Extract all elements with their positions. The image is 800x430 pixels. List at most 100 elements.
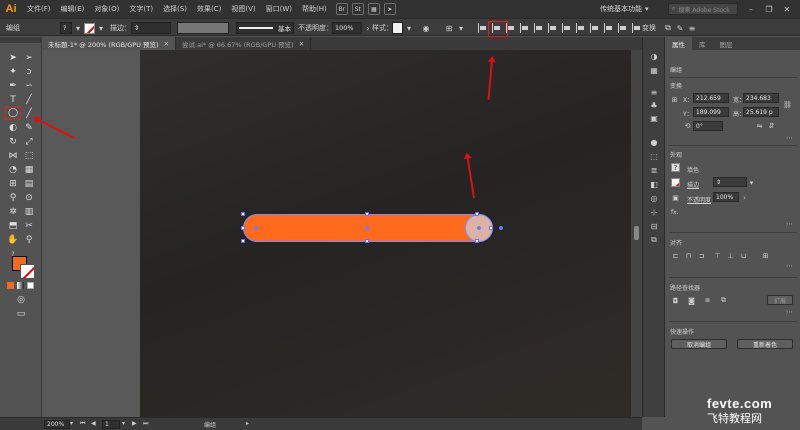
fx-label[interactable]: fx. [671,209,679,216]
stroke-swatch-icon[interactable] [671,178,680,187]
artboard-number-field[interactable]: 1 [102,420,120,429]
chevron-down-icon[interactable]: ▾ [70,420,73,427]
transparency-panel-icon[interactable]: ◎ [648,193,660,203]
gradient-mode-button[interactable] [17,282,24,289]
hand-tool-icon[interactable]: ✋ [6,234,20,246]
flip-vertical-icon[interactable]: ⇵ [767,121,776,130]
tab-properties[interactable]: 属性 [665,37,692,50]
rotate-tool-icon[interactable]: ↻ [6,136,20,148]
bounding-box-handle[interactable] [241,239,245,243]
bounding-box-handle[interactable] [365,212,369,216]
variable-width-profile[interactable] [177,22,229,34]
chevron-right-icon[interactable]: › [740,193,749,202]
graphic-styles-panel-icon[interactable]: ▣ [648,113,660,123]
menu-help[interactable]: 帮助(H) [297,4,332,14]
symbol-sprayer-tool-icon[interactable]: ✲ [6,206,20,218]
pathfinder-intersect-icon[interactable]: ⧈ [703,296,712,305]
line-segment-tool-icon[interactable]: ╱ [22,94,36,106]
chevron-down-icon[interactable]: ▾ [95,22,107,34]
chevron-right-icon[interactable]: ▸ [246,420,249,427]
menu-object[interactable]: 对象(O) [89,4,124,14]
fill-swatch-icon[interactable]: ? [671,163,680,172]
tab-document-1[interactable]: 未标题-1* @ 200% (RGB/GPU 预览) ✕ [42,37,177,50]
menu-window[interactable]: 窗口(W) [261,4,297,14]
stroke-swatch[interactable] [84,22,95,34]
recolor-button[interactable]: 重新着色 [737,339,793,349]
pathfinder-exclude-icon[interactable]: ⧉ [719,296,728,305]
layers-panel-icon[interactable]: ⬚ [648,151,660,161]
panel-menu-icon[interactable]: ≡ [686,22,698,34]
pathfinder-minus-front-icon[interactable]: ◙ [687,296,696,305]
magic-wand-tool-icon[interactable]: ✦ [6,66,20,78]
shaper-tool-icon[interactable]: ◐ [6,122,20,134]
bounding-box-handle[interactable] [475,239,479,243]
restore-icon[interactable]: ❐ [762,3,776,15]
constrain-proportions-icon[interactable]: ⛓ [783,100,792,109]
scrollbar-thumb[interactable] [634,226,639,240]
align-middle-icon[interactable]: ⊥ [726,251,735,260]
zoom-tool-icon[interactable]: ⚲ [22,234,36,246]
workspace-switcher[interactable]: 传统基本功能 ▾ [600,3,649,15]
curvature-tool-icon[interactable]: ∽ [22,80,36,92]
free-transform-tool-icon[interactable]: ⬚ [22,150,36,162]
height-field[interactable]: 25.619 p [743,107,779,117]
distribute-right-icon[interactable] [632,23,642,33]
symbols-panel-icon[interactable]: ♣ [648,100,660,110]
ellipse-tool-icon[interactable]: ◯ [5,106,21,120]
menu-type[interactable]: 文字(T) [124,4,158,14]
distribute-center-icon[interactable] [618,23,628,33]
pathfinder-panel-icon[interactable]: ⧉ [648,235,660,245]
close-icon[interactable]: ✕ [299,40,304,48]
bounding-box-handle[interactable] [475,212,479,216]
ungroup-button[interactable]: 取消编组 [671,339,727,349]
align-left-icon[interactable]: ⊏ [671,251,680,260]
eyedropper-tool-icon[interactable]: ⚲ [6,192,20,204]
more-options-icon[interactable]: ⋯ [785,219,794,228]
opacity-label[interactable]: 不透明度 [687,195,711,204]
align-center-icon[interactable]: ⊓ [684,251,693,260]
y-field[interactable]: 189.099 [693,107,729,117]
shape-builder-tool-icon[interactable]: ◔ [6,164,20,176]
align-top-icon[interactable]: ⊤ [713,251,722,260]
none-mode-button[interactable] [27,282,34,289]
chevron-down-icon[interactable]: ▾ [72,22,84,34]
color-panel-icon[interactable]: ◑ [648,51,660,61]
tab-layers[interactable]: 图层 [713,37,740,50]
mesh-tool-icon[interactable]: ⊞ [6,178,20,190]
stock-button[interactable]: St [351,3,364,15]
align-bottom-icon[interactable]: ⊔ [739,251,748,260]
align-top-icon[interactable] [520,23,530,33]
align-to-icon[interactable]: ⊞ [761,251,770,260]
type-tool-icon[interactable]: T [6,94,20,106]
color-mode-button[interactable] [7,282,14,289]
swatches-panel-icon[interactable]: ▦ [648,65,660,75]
distribute-bottom-icon[interactable] [590,23,600,33]
bridge-button[interactable]: Br [335,3,348,15]
distribute-middle-icon[interactable] [576,23,586,33]
graphic-style-swatch[interactable] [392,22,403,34]
close-icon[interactable]: ✕ [780,3,794,15]
zoom-field[interactable]: 200% [44,420,70,429]
stroke-weight-field[interactable]: ⇕ [131,22,171,34]
slice-tool-icon[interactable]: ✂ [22,220,36,232]
fill-stroke-indicator[interactable] [12,256,36,280]
bounding-box-handle[interactable] [365,239,369,243]
isolate-group-icon[interactable]: ⧉ [662,22,674,34]
appearance-panel-icon[interactable]: ● [648,137,660,147]
transform-panel-icon[interactable]: ⊹ [648,207,660,217]
fill-swatch[interactable]: ? [60,22,72,34]
distribute-left-icon[interactable] [604,23,614,33]
align-right-icon[interactable]: ⊐ [697,251,706,260]
toolbar-grip[interactable] [0,37,41,43]
bounding-box-handle[interactable] [241,212,245,216]
align-to-icon[interactable]: ⊞ [443,22,455,34]
artboard-tool-icon[interactable]: ⬒ [6,220,20,232]
pathfinder-unite-icon[interactable]: ◘ [671,296,680,305]
perspective-grid-tool-icon[interactable]: ▦ [22,164,36,176]
stock-search-input[interactable]: ⌕ 搜索 Adobe Stock [668,3,738,15]
edit-group-icon[interactable]: ✎ [674,22,686,34]
more-options-icon[interactable]: ⋯ [785,261,794,270]
stroke-color-swatch[interactable] [20,264,35,279]
transform-label[interactable]: 变换 [642,23,656,33]
next-artboard-icon[interactable]: ▶ [132,420,137,427]
